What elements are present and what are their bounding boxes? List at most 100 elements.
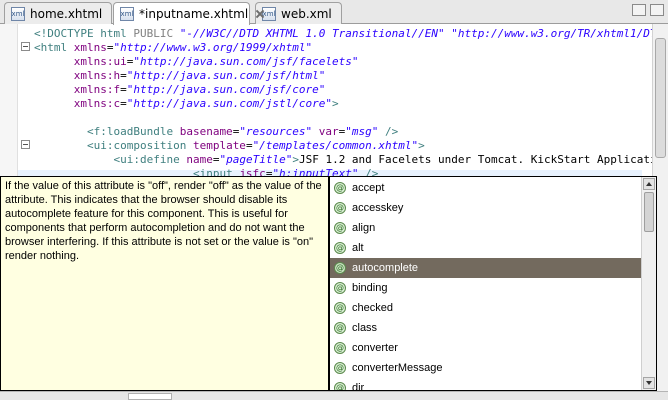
xhtml-file-icon: xml bbox=[11, 6, 25, 21]
attribute-icon: @ bbox=[334, 282, 346, 294]
proposal-item-autocomplete[interactable]: @ autocomplete bbox=[330, 258, 642, 278]
tab-inputname-xhtml[interactable]: xml *inputname.xhtml bbox=[113, 2, 250, 25]
scroll-down-icon[interactable] bbox=[643, 377, 655, 389]
code-token: = bbox=[245, 139, 253, 152]
code-line[interactable]: <ui:define name="pageTitle">JSF 1.2 and … bbox=[34, 153, 663, 167]
proposal-label: converterMessage bbox=[352, 362, 443, 374]
code-token: = bbox=[120, 83, 127, 96]
code-token: <ui:define bbox=[113, 153, 187, 166]
proposal-item-checked[interactable]: @ checked bbox=[330, 298, 642, 318]
proposal-item-alt[interactable]: @ alt bbox=[330, 238, 642, 258]
code-line[interactable]: <ui:composition template="/templates/com… bbox=[34, 139, 425, 153]
status-segment bbox=[128, 393, 172, 400]
proposal-label: checked bbox=[352, 302, 393, 314]
view-controls bbox=[632, 4, 664, 16]
attribute-icon: @ bbox=[334, 222, 346, 234]
proposal-label: dir bbox=[352, 382, 365, 391]
code-token: = bbox=[120, 97, 127, 110]
attribute-icon: @ bbox=[334, 242, 346, 254]
proposal-scrollbar[interactable] bbox=[641, 177, 656, 390]
maximize-icon[interactable] bbox=[650, 4, 664, 16]
proposal-label: align bbox=[352, 222, 376, 234]
code-token: template bbox=[192, 139, 246, 152]
fold-toggle-icon[interactable] bbox=[21, 140, 30, 149]
code-line[interactable]: <!DOCTYPE html PUBLIC "-//W3C//DTD XHTML… bbox=[34, 27, 663, 41]
code-token: xmlns:c bbox=[73, 97, 121, 110]
code-line[interactable]: <f:loadBundle basename="resources" var="… bbox=[34, 125, 398, 139]
attribute-icon: @ bbox=[334, 182, 346, 194]
tooltip-text: If the value of this attribute is "off",… bbox=[5, 180, 322, 262]
proposal-item-accesskey[interactable]: @ accesskey bbox=[330, 198, 642, 218]
proposal-item-binding[interactable]: @ binding bbox=[330, 278, 642, 298]
code-token: /> bbox=[385, 125, 399, 138]
code-token: "http://java.sun.com/jsf/core" bbox=[126, 83, 326, 96]
code-token: xmlns:f bbox=[73, 83, 121, 96]
tab-label: web.xml bbox=[281, 6, 332, 21]
code-token: xmlns bbox=[73, 41, 107, 54]
tab-label: home.xhtml bbox=[30, 6, 103, 21]
code-line[interactable]: xmlns:h="http://java.sun.com/jsf/html" bbox=[34, 69, 326, 83]
code-token: <ui:composition bbox=[86, 139, 193, 152]
code-token: "pageTitle" bbox=[219, 153, 293, 166]
attribute-icon: @ bbox=[334, 202, 346, 214]
code-token: xmlns:ui bbox=[73, 55, 127, 68]
attribute-icon: @ bbox=[334, 302, 346, 314]
code-token: "-//W3C//DTD XHTML 1.0 Transitional//EN" bbox=[179, 27, 445, 40]
status-strip bbox=[0, 391, 668, 400]
proposal-item-class[interactable]: @ class bbox=[330, 318, 642, 338]
tab-label: *inputname.xhtml bbox=[139, 7, 249, 21]
xml-file-icon: xml bbox=[262, 6, 276, 21]
proposal-item-accept[interactable]: @ accept bbox=[330, 178, 642, 198]
code-token: "http://www.w3.org/TR/xhtml1/DTD bbox=[451, 27, 664, 40]
proposal-item-converter[interactable]: @ converter bbox=[330, 338, 642, 358]
proposal-label: binding bbox=[352, 282, 388, 294]
proposal-label: autocomplete bbox=[352, 262, 419, 274]
code-token: = bbox=[120, 69, 127, 82]
proposal-label: accept bbox=[352, 182, 385, 194]
code-token: name bbox=[186, 153, 213, 166]
code-line[interactable]: xmlns:c="http://java.sun.com/jstl/core"> bbox=[34, 97, 339, 111]
code-token: xmlns:h bbox=[73, 69, 121, 82]
code-token: "http://java.sun.com/jsf/html" bbox=[126, 69, 326, 82]
xhtml-file-icon: xml bbox=[120, 7, 134, 21]
attribute-doc-tooltip: If the value of this attribute is "off",… bbox=[0, 176, 329, 391]
scroll-up-icon[interactable] bbox=[643, 178, 655, 190]
code-token: > bbox=[332, 97, 339, 110]
tab-home-xhtml[interactable]: xml home.xhtml bbox=[4, 2, 112, 24]
scrollbar-thumb[interactable] bbox=[644, 192, 654, 232]
code-line[interactable]: xmlns:f="http://java.sun.com/jsf/core" bbox=[34, 83, 326, 97]
code-token: <html bbox=[34, 41, 74, 54]
attribute-icon: @ bbox=[334, 262, 346, 274]
proposal-item-dir[interactable]: @ dir bbox=[330, 378, 642, 391]
proposal-label: alt bbox=[352, 242, 364, 254]
code-line[interactable]: <html xmlns="http://www.w3.org/1999/xhtm… bbox=[34, 41, 312, 55]
proposal-item-convertermessage[interactable]: @ converterMessage bbox=[330, 358, 642, 378]
tab-web-xml[interactable]: xml web.xml bbox=[255, 2, 342, 24]
code-token: "msg" bbox=[345, 125, 379, 138]
editor-tab-bar: xml home.xhtml xml *inputname.xhtml xml … bbox=[0, 0, 668, 25]
minimize-icon[interactable] bbox=[632, 4, 646, 16]
code-line[interactable]: xmlns:ui="http://java.sun.com/jsf/facele… bbox=[34, 55, 359, 69]
content-assist-list[interactable]: @ accept @ accesskey @ align @ alt @ autocomplete… bbox=[329, 176, 657, 391]
code-token: > bbox=[418, 139, 425, 152]
proposal-label: class bbox=[352, 322, 378, 334]
code-token: = bbox=[106, 41, 114, 54]
scrollbar-thumb[interactable] bbox=[655, 38, 666, 158]
code-token: "/templates/common.xhtml" bbox=[252, 139, 419, 152]
code-token: <!DOCTYPE html bbox=[34, 27, 134, 40]
fold-toggle-icon[interactable] bbox=[21, 42, 30, 51]
code-token: > bbox=[292, 153, 299, 166]
attribute-icon: @ bbox=[334, 322, 346, 334]
code-token: JSF 1.2 and Facelets under Tomcat. KickS… bbox=[298, 153, 664, 166]
proposal-label: accesskey bbox=[352, 202, 404, 214]
code-token: "http://www.w3.org/1999/xhtml" bbox=[113, 41, 313, 54]
proposal-item-align[interactable]: @ align bbox=[330, 218, 642, 238]
code-token: "http://java.sun.com/jstl/core" bbox=[126, 97, 333, 110]
